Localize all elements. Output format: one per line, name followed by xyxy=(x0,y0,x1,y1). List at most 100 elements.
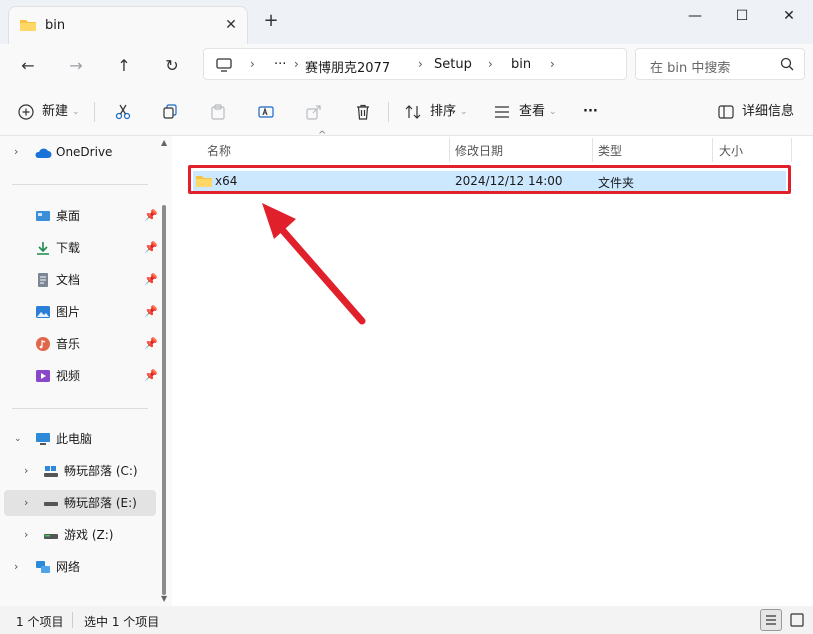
sidebar-item-desktop[interactable]: 桌面 📌 xyxy=(4,203,158,229)
sort-ascending-icon: ^ xyxy=(318,130,327,141)
computer-icon xyxy=(36,433,50,445)
minimize-icon[interactable]: — xyxy=(672,4,718,28)
highlight-box xyxy=(188,165,791,194)
sidebar-item-label: OneDrive xyxy=(56,145,113,159)
sidebar-item-label: 文档 xyxy=(56,273,81,287)
drive-icon xyxy=(44,502,58,506)
navigation-bar: ← → ↑ ↻ › ··· › 赛博朋克2077 › Setup › bin ›… xyxy=(0,44,813,88)
rename-icon[interactable] xyxy=(258,104,274,120)
cut-icon[interactable] xyxy=(115,104,131,120)
details-pane-icon xyxy=(718,105,734,119)
sidebar-item-network[interactable]: › 网络 xyxy=(4,554,156,580)
chevron-right-icon: › xyxy=(550,57,555,71)
pin-icon[interactable]: 📌 xyxy=(144,331,158,357)
close-window-icon[interactable]: ✕ xyxy=(766,4,812,28)
sidebar-item-label: 畅玩部落 (E:) xyxy=(64,496,137,510)
breadcrumb-item[interactable]: bin xyxy=(511,57,531,72)
chevron-right-icon[interactable]: › xyxy=(14,554,18,580)
scroll-up-icon[interactable]: ▲ xyxy=(161,138,167,147)
chevron-right-icon[interactable]: › xyxy=(24,522,28,548)
divider xyxy=(12,408,148,409)
divider xyxy=(791,138,792,162)
breadcrumb-item[interactable]: 赛博朋克2077 xyxy=(305,57,390,76)
command-bar: 新建 ⌄ 排序 ⌄ 查看 ⌄ ··· 详细信息 xyxy=(0,88,813,136)
sidebar-scrollbar[interactable] xyxy=(162,205,166,595)
back-icon[interactable]: ← xyxy=(14,54,42,78)
column-header-type[interactable]: 类型 xyxy=(598,140,622,162)
details-button[interactable]: 详细信息 xyxy=(742,100,794,124)
new-icon xyxy=(18,104,34,120)
sidebar-item-videos[interactable]: 视频 📌 xyxy=(4,363,158,389)
pin-icon[interactable]: 📌 xyxy=(144,267,158,293)
sidebar-item-label: 畅玩部落 (C:) xyxy=(64,464,138,478)
sidebar-item-downloads[interactable]: 下载 📌 xyxy=(4,235,158,261)
new-button[interactable]: 新建 xyxy=(42,100,68,124)
search-icon[interactable] xyxy=(780,57,794,71)
divider xyxy=(72,612,73,628)
maximize-icon[interactable]: ☐ xyxy=(719,4,765,28)
sidebar-item-music[interactable]: 音乐 📌 xyxy=(4,331,158,357)
column-header-name[interactable]: 名称 xyxy=(207,140,231,162)
details-view-icon[interactable] xyxy=(760,609,782,631)
chevron-down-icon: ⌄ xyxy=(72,107,80,117)
sidebar-item-label: 此电脑 xyxy=(56,432,93,446)
sidebar-item-label: 下载 xyxy=(56,241,81,255)
sort-icon xyxy=(405,105,421,119)
sidebar-item-label: 图片 xyxy=(56,305,81,319)
chevron-right-icon[interactable]: › xyxy=(24,458,28,484)
copy-icon[interactable] xyxy=(162,104,178,120)
refresh-icon[interactable]: ↻ xyxy=(158,54,186,78)
sidebar-item-drive-e[interactable]: › 畅玩部落 (E:) xyxy=(4,490,156,516)
sort-button[interactable]: 排序 xyxy=(430,100,456,124)
sidebar-item-pictures[interactable]: 图片 📌 xyxy=(4,299,158,325)
pin-icon[interactable]: 📌 xyxy=(144,235,158,261)
computer-icon xyxy=(216,58,232,72)
divider xyxy=(712,138,713,162)
column-header-modified[interactable]: 修改日期 xyxy=(455,140,503,162)
column-header-size[interactable]: 大小 xyxy=(719,140,743,162)
forward-icon[interactable]: → xyxy=(62,54,90,78)
delete-icon[interactable] xyxy=(355,104,371,120)
sidebar-item-drive-z[interactable]: › 游戏 (Z:) xyxy=(20,522,156,548)
drive-icon xyxy=(44,466,58,477)
address-bar[interactable]: › ··· › 赛博朋克2077 › Setup › bin › xyxy=(203,48,627,80)
scroll-down-icon[interactable]: ▼ xyxy=(161,594,167,603)
chevron-right-icon: › xyxy=(488,57,493,71)
pin-icon[interactable]: 📌 xyxy=(144,203,158,229)
tab-close-icon[interactable]: ✕ xyxy=(221,15,241,35)
tab-title: bin xyxy=(45,18,66,33)
sidebar-item-label: 视频 xyxy=(56,369,81,383)
divider xyxy=(94,102,95,122)
search-placeholder: 在 bin 中搜索 xyxy=(650,61,731,76)
chevron-right-icon[interactable]: › xyxy=(14,139,18,165)
sidebar-item-this-pc[interactable]: ⌄ 此电脑 xyxy=(4,426,156,452)
more-options-icon[interactable]: ··· xyxy=(583,100,598,124)
up-icon[interactable]: ↑ xyxy=(110,54,138,78)
pin-icon[interactable]: 📌 xyxy=(144,299,158,325)
sidebar-item-documents[interactable]: 文档 📌 xyxy=(4,267,158,293)
sidebar-item-onedrive[interactable]: › OneDrive xyxy=(4,139,156,165)
tiles-view-icon[interactable] xyxy=(788,611,806,629)
chevron-down-icon[interactable]: ⌄ xyxy=(14,426,22,452)
picture-icon xyxy=(36,306,50,318)
chevron-down-icon: ⌄ xyxy=(549,107,557,117)
video-icon xyxy=(36,370,50,382)
new-tab-icon[interactable]: + xyxy=(260,10,282,32)
music-icon xyxy=(36,337,50,351)
cloud-icon xyxy=(35,148,52,158)
share-icon[interactable] xyxy=(306,104,322,120)
view-button[interactable]: 查看 xyxy=(519,100,545,124)
chevron-right-icon: › xyxy=(250,57,255,71)
view-icon xyxy=(495,106,509,118)
sidebar-item-label: 桌面 xyxy=(56,209,81,223)
folder-icon xyxy=(20,20,36,31)
sidebar-item-drive-c[interactable]: › 畅玩部落 (C:) xyxy=(20,458,156,484)
sidebar-item-label: 音乐 xyxy=(56,337,81,351)
pin-icon[interactable]: 📌 xyxy=(144,363,158,389)
search-input[interactable]: 在 bin 中搜索 xyxy=(635,48,805,80)
tab-bin[interactable]: bin ✕ xyxy=(8,6,248,44)
chevron-right-icon[interactable]: › xyxy=(24,490,28,516)
paste-icon[interactable] xyxy=(210,104,226,120)
breadcrumb-item[interactable]: Setup xyxy=(434,57,472,72)
breadcrumb-overflow[interactable]: ··· xyxy=(274,57,286,72)
